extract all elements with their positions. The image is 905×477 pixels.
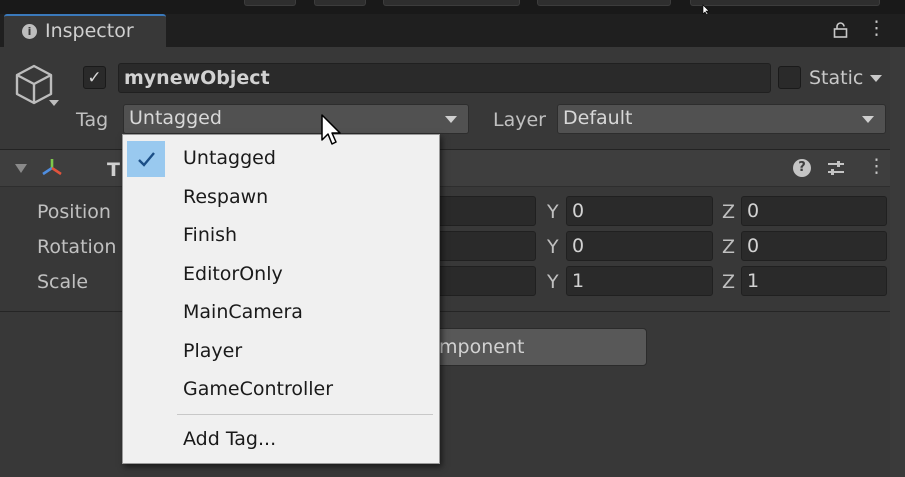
menu-divider (177, 414, 433, 415)
position-y-field[interactable]: 0 (566, 196, 713, 226)
component-menu-icon[interactable]: ⋮ (867, 157, 886, 176)
menu-item-label: EditorOnly (183, 263, 283, 285)
menu-item-respawn[interactable]: Respawn (123, 178, 439, 216)
toolbar-button[interactable] (314, 0, 366, 6)
menu-item-label: GameController (183, 378, 334, 400)
tag-label: Tag (76, 109, 109, 131)
position-z-field[interactable]: 0 (741, 196, 887, 226)
scale-z-axis-label[interactable]: Z (722, 271, 735, 293)
help-icon[interactable]: ? (793, 159, 811, 177)
scale-label: Scale (37, 271, 89, 293)
tab-menu-icon[interactable]: ⋮ (867, 19, 886, 38)
scale-y-axis-label[interactable]: Y (547, 271, 559, 293)
transform-title: T (107, 159, 120, 181)
rotation-z-axis-label[interactable]: Z (722, 236, 735, 258)
cube-icon[interactable] (13, 64, 63, 112)
checkmark-icon (138, 152, 155, 167)
tag-dropdown[interactable]: Untagged (123, 104, 469, 134)
rotation-x-field[interactable] (436, 231, 536, 261)
menu-item-label: Add Tag... (183, 428, 277, 450)
mouse-cursor-icon (321, 114, 341, 145)
chevron-down-icon (445, 116, 457, 123)
scale-y-field[interactable]: 1 (566, 266, 713, 296)
transform-icon (42, 159, 62, 176)
active-checkbox[interactable]: ✓ (83, 66, 106, 89)
checkmark-highlight (127, 141, 165, 177)
position-y-axis-label[interactable]: Y (547, 201, 559, 223)
rotation-y-field[interactable]: 0 (566, 231, 713, 261)
object-name-input[interactable]: mynewObject (118, 63, 771, 93)
toolbar-button[interactable] (244, 0, 296, 6)
menu-item-label: MainCamera (183, 301, 303, 323)
toolbar-button[interactable] (537, 0, 671, 6)
scale-z-field[interactable]: 1 (741, 266, 887, 296)
tag-dropdown-menu: Untagged Respawn Finish EditorOnly MainC… (122, 134, 440, 464)
position-label: Position (37, 201, 111, 223)
static-label[interactable]: Static (809, 67, 863, 89)
position-x-field[interactable] (436, 196, 536, 226)
menu-item-add-tag[interactable]: Add Tag... (123, 420, 439, 458)
menu-item-label: Respawn (183, 186, 269, 208)
menu-item-untagged[interactable]: Untagged (123, 139, 439, 177)
chevron-down-icon (862, 116, 874, 123)
lock-icon[interactable] (832, 22, 849, 38)
layer-dropdown[interactable]: Default (557, 104, 886, 134)
menu-item-gamecontroller[interactable]: GameController (123, 370, 439, 408)
add-component-label: mponent (439, 336, 525, 358)
rotation-z-field[interactable]: 0 (741, 231, 887, 261)
menu-item-label: Finish (183, 224, 238, 246)
menu-item-maincamera[interactable]: MainCamera (123, 293, 439, 331)
layer-label: Layer (493, 109, 546, 131)
info-icon: i (22, 24, 37, 39)
toolbar-button[interactable] (690, 0, 880, 6)
static-checkbox[interactable] (778, 66, 801, 89)
menu-item-player[interactable]: Player (123, 332, 439, 370)
rotation-y-axis-label[interactable]: Y (547, 236, 559, 258)
menu-item-label: Player (183, 340, 243, 362)
foldout-arrow-icon[interactable] (15, 164, 27, 173)
toolbar-button[interactable] (383, 0, 520, 6)
static-dropdown-caret-icon[interactable] (870, 75, 882, 82)
scrollbar[interactable] (890, 47, 905, 477)
menu-item-finish[interactable]: Finish (123, 216, 439, 254)
menu-item-editoronly[interactable]: EditorOnly (123, 255, 439, 293)
preset-sliders-icon[interactable] (826, 158, 846, 178)
tab-title: Inspector (45, 20, 134, 42)
position-z-axis-label[interactable]: Z (722, 201, 735, 223)
menu-item-label: Untagged (183, 147, 276, 169)
scale-x-field[interactable] (436, 266, 536, 296)
rotation-label: Rotation (37, 236, 117, 258)
